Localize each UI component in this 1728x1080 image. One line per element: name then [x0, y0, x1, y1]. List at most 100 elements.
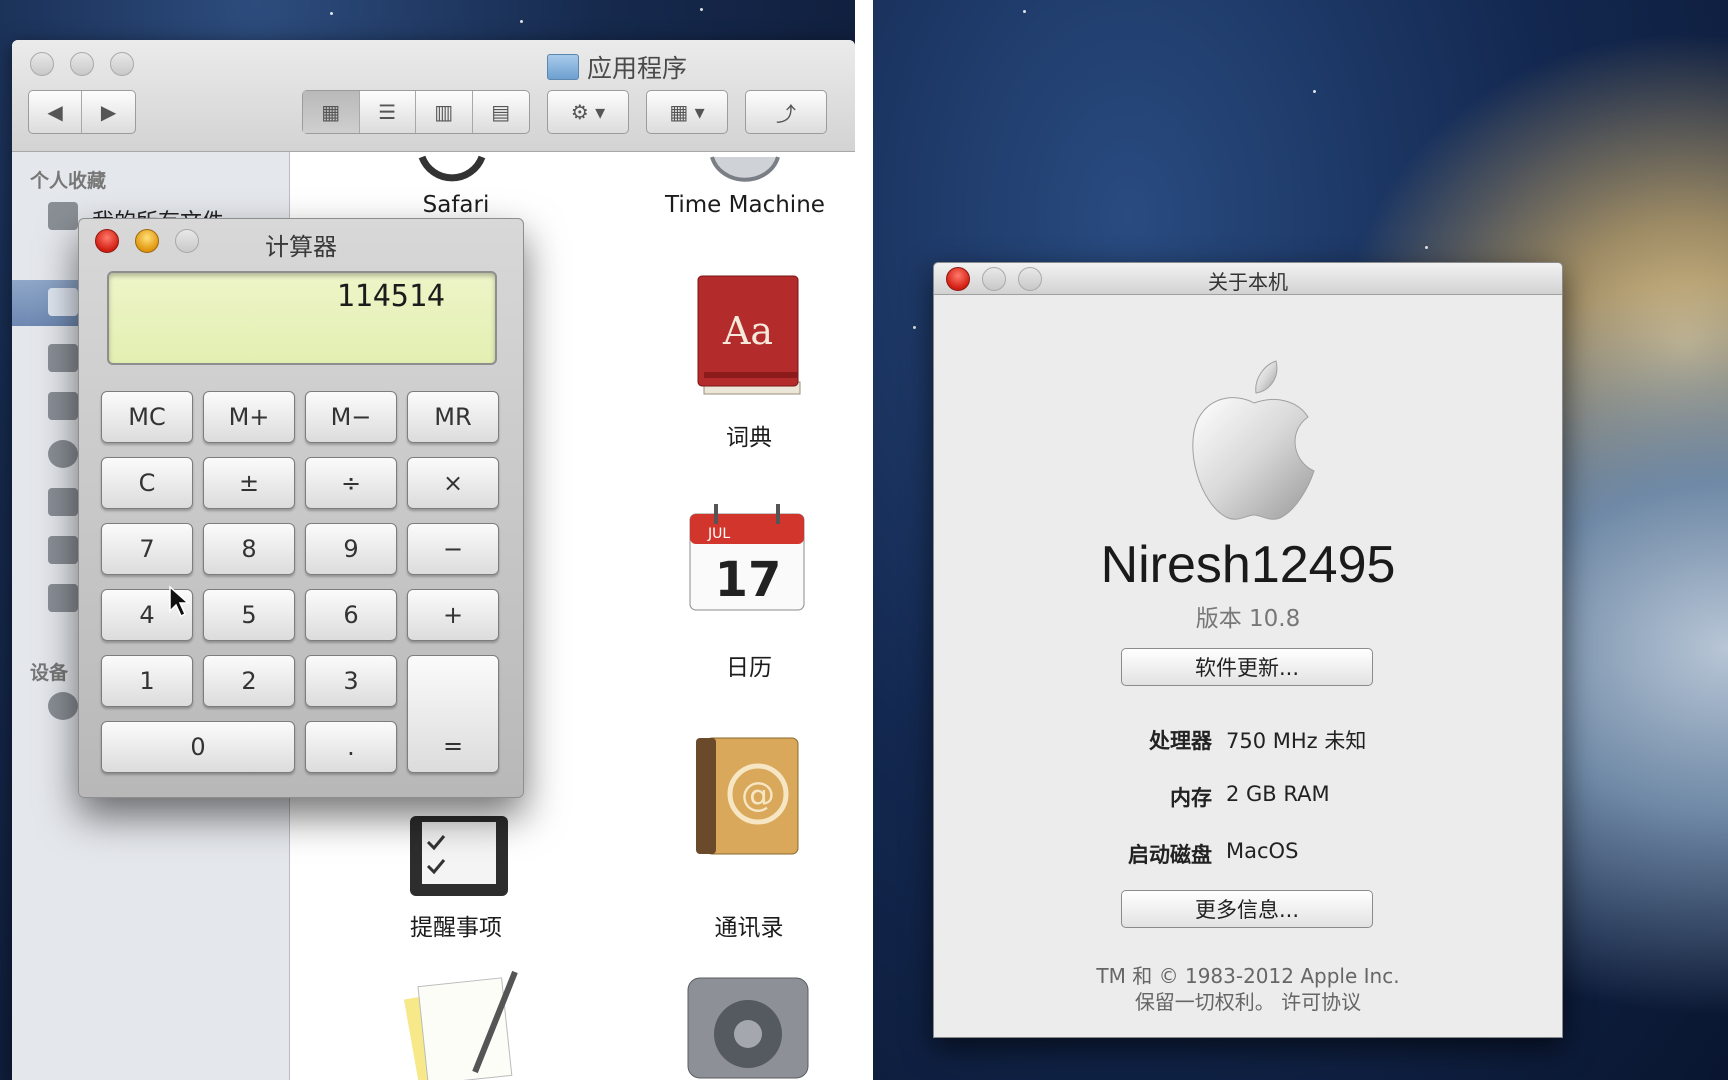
- memory-value: 2 GB RAM: [1226, 782, 1330, 806]
- app-label-contacts: 通讯录: [714, 915, 784, 941]
- more-info-button[interactable]: 更多信息...: [1121, 890, 1373, 928]
- key-clear[interactable]: C: [101, 457, 193, 509]
- dictionary-icon: Aa: [697, 275, 801, 395]
- sidebar-heading-favorites: 个人收藏: [30, 170, 107, 192]
- key-8[interactable]: 8: [203, 523, 295, 575]
- key-0[interactable]: 0: [101, 721, 295, 773]
- left-screen: 应用程序 ◀ ▶ ▦ ☰ ▥ ▤ ⚙ ▾ ▦ ▾ ⤴ 个人收藏 设备 Safar…: [0, 0, 855, 1080]
- os-name: Niresh12495: [1100, 536, 1396, 594]
- star: [1313, 90, 1316, 93]
- app-label-dictionary: 词典: [726, 425, 772, 451]
- back-arrow-icon: ◀: [47, 100, 63, 124]
- key-5[interactable]: 5: [203, 589, 295, 641]
- calendar-month: JUL: [707, 526, 730, 542]
- copyright-text: TM 和 © 1983-2012 Apple Inc.: [1096, 964, 1400, 988]
- right-screen: 关于本机 Niresh12495 版本 10.8 软件更新... 处理器 750…: [873, 0, 1728, 1080]
- key-7[interactable]: 7: [101, 523, 193, 575]
- list-icon: ☰: [378, 100, 397, 124]
- memory-label: 内存: [1170, 786, 1212, 810]
- applications-icon: [48, 288, 78, 316]
- column-view-button[interactable]: ▥: [416, 91, 473, 133]
- key-mc[interactable]: MC: [101, 391, 193, 443]
- startup-disk-value: MacOS: [1226, 839, 1299, 863]
- star: [913, 326, 916, 329]
- key-multiply[interactable]: ×: [407, 457, 499, 509]
- star: [520, 20, 523, 23]
- processor-value: 750 MHz 未知: [1226, 729, 1367, 753]
- key-m-plus[interactable]: M+: [203, 391, 295, 443]
- star: [330, 12, 333, 15]
- calculator-title: 计算器: [265, 233, 337, 261]
- startup-disk-label: 启动磁盘: [1128, 843, 1212, 867]
- calculator-display: 114514: [107, 271, 497, 365]
- rights-license-text: 保留一切权利。 许可协议: [1134, 990, 1362, 1014]
- mouse-cursor-icon: [169, 585, 190, 618]
- forward-button[interactable]: ▶: [82, 91, 135, 133]
- processor-label: 处理器: [1149, 729, 1212, 753]
- back-button[interactable]: ◀: [29, 91, 83, 133]
- key-2[interactable]: 2: [203, 655, 295, 707]
- folder-icon: [547, 54, 579, 80]
- coverflow-view-button[interactable]: ▤: [473, 91, 530, 133]
- key-equals[interactable]: =: [407, 655, 499, 773]
- arrange-grid-icon: ▦ ▾: [669, 100, 705, 124]
- key-1[interactable]: 1: [101, 655, 193, 707]
- about-this-mac-window: 关于本机 Niresh12495 版本 10.8 软件更新... 处理器 750…: [933, 262, 1563, 1038]
- movies-icon: [48, 488, 78, 516]
- apple-logo-icon: [1192, 360, 1315, 520]
- key-plus[interactable]: +: [407, 589, 499, 641]
- grid-icon: ▦: [321, 100, 341, 124]
- app-label-calendar: 日历: [726, 655, 772, 681]
- star: [700, 8, 703, 11]
- reminders-icon: [410, 816, 508, 896]
- textedit-icon: [403, 970, 518, 1080]
- gear-icon: ⚙ ▾: [570, 100, 606, 124]
- key-mr[interactable]: MR: [407, 391, 499, 443]
- window-title-text: 应用程序: [587, 54, 688, 83]
- pictures-icon: [48, 584, 78, 612]
- key-6[interactable]: 6: [305, 589, 397, 641]
- desktop-icon: [48, 344, 78, 372]
- icon-view-button[interactable]: ▦: [303, 91, 360, 133]
- contacts-icon: @: [696, 737, 799, 855]
- arrange-menu-button[interactable]: ▦ ▾: [646, 90, 728, 134]
- app-label-time-machine: Time Machine: [665, 192, 825, 218]
- list-view-button[interactable]: ☰: [360, 91, 416, 133]
- key-decimal[interactable]: .: [305, 721, 397, 773]
- forward-arrow-icon: ▶: [100, 100, 117, 124]
- nav-buttons: ◀ ▶: [28, 90, 136, 134]
- calendar-day: 17: [715, 552, 782, 608]
- star: [1425, 246, 1428, 249]
- share-button[interactable]: ⤴: [745, 90, 827, 134]
- sidebar-heading-devices: 设备: [30, 662, 69, 684]
- coverflow-icon: ▤: [491, 100, 511, 124]
- key-divide[interactable]: ÷: [305, 457, 397, 509]
- app-label-reminders: 提醒事项: [410, 915, 502, 941]
- calculator-window: 计算器 114514 MC M+ M− MR C ± ÷ × 7 8 9 − 4…: [78, 218, 524, 798]
- key-sign[interactable]: ±: [203, 457, 295, 509]
- calendar-icon: JUL 17: [689, 504, 805, 611]
- key-3[interactable]: 3: [305, 655, 397, 707]
- documents-icon: [48, 392, 78, 420]
- share-icon: ⤴: [776, 101, 796, 126]
- svg-text:@: @: [741, 775, 775, 815]
- columns-icon: ▥: [434, 100, 454, 124]
- star: [1023, 10, 1026, 13]
- key-minus[interactable]: −: [407, 523, 499, 575]
- view-mode-buttons: ▦ ☰ ▥ ▤: [302, 90, 530, 134]
- disc-icon: [48, 692, 78, 720]
- os-version: 版本 10.8: [1195, 606, 1301, 632]
- music-icon: [48, 536, 78, 564]
- downloads-icon: [48, 440, 78, 468]
- action-menu-button[interactable]: ⚙ ▾: [547, 90, 629, 134]
- software-update-button[interactable]: 软件更新...: [1121, 648, 1373, 686]
- dictionary-cover-text: Aa: [722, 309, 773, 353]
- zoom-button[interactable]: [110, 52, 134, 76]
- about-titlebar: 关于本机: [934, 263, 1562, 295]
- window-title: 应用程序: [547, 50, 687, 84]
- key-9[interactable]: 9: [305, 523, 397, 575]
- all-files-icon: [48, 202, 78, 230]
- close-button[interactable]: [30, 52, 54, 76]
- minimize-button[interactable]: [70, 52, 94, 76]
- key-m-minus[interactable]: M−: [305, 391, 397, 443]
